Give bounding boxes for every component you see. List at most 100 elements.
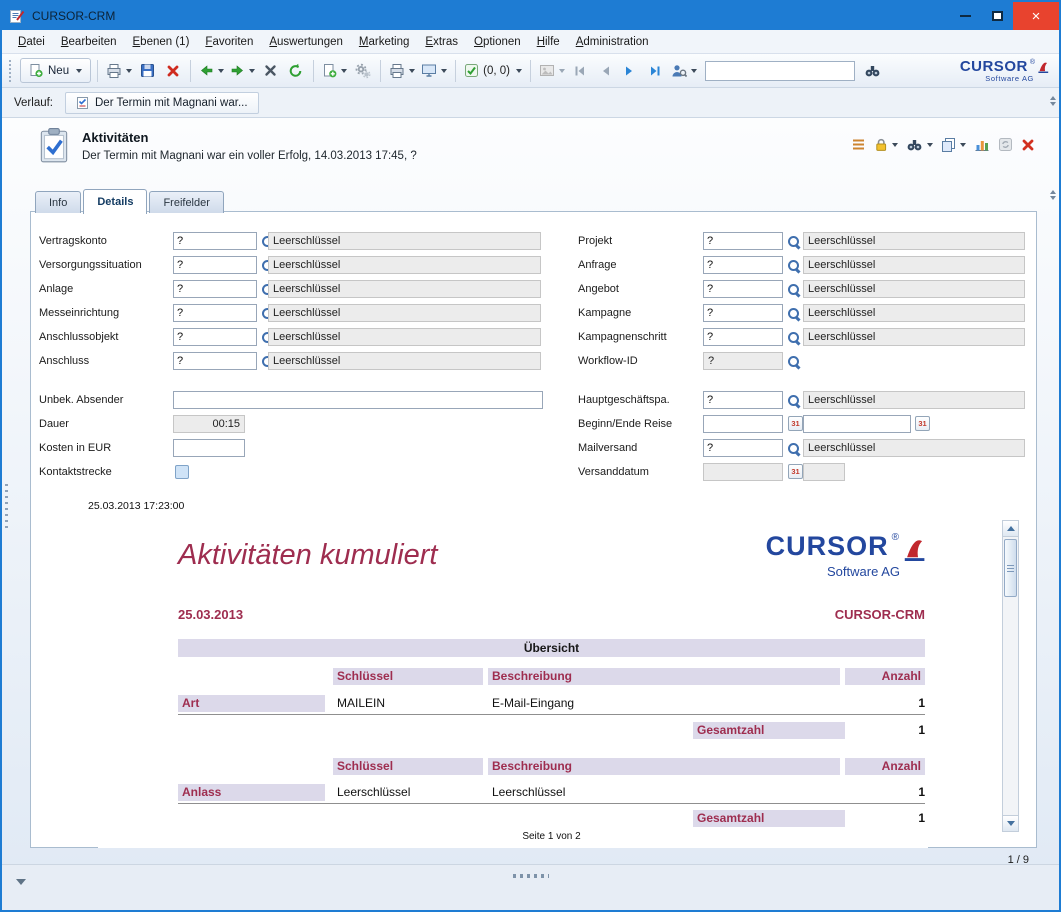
close-record-button[interactable] bbox=[1021, 138, 1035, 152]
unbek-absender-input[interactable] bbox=[173, 391, 543, 409]
menu-bearbeiten[interactable]: Bearbeiten bbox=[53, 32, 125, 52]
toolbar-grip[interactable] bbox=[9, 60, 13, 82]
collapse-chevron-icon[interactable] bbox=[16, 879, 26, 885]
history-entry[interactable]: Der Termin mit Magnani war... bbox=[65, 92, 259, 114]
find-button[interactable] bbox=[861, 58, 884, 83]
chevron-down-icon bbox=[218, 69, 224, 73]
back-button[interactable] bbox=[197, 58, 226, 83]
kampagne-input[interactable] bbox=[703, 304, 783, 322]
scroll-up-button[interactable] bbox=[1003, 521, 1018, 537]
lookup-search-icon[interactable] bbox=[787, 394, 801, 408]
right-collapse-handle[interactable] bbox=[1050, 96, 1056, 106]
kampagnenschritt-display: Leerschlüssel bbox=[803, 328, 1025, 346]
reise-ende-input[interactable] bbox=[803, 415, 911, 433]
right-collapse-handle[interactable] bbox=[1050, 190, 1056, 200]
menu-favoriten[interactable]: Favoriten bbox=[197, 32, 261, 52]
kontaktstrecke-checkbox[interactable] bbox=[175, 465, 189, 479]
field-label: Beginn/Ende Reise bbox=[578, 418, 672, 430]
report-page-footer: Seite 1 von 2 bbox=[178, 831, 925, 842]
maximize-button[interactable] bbox=[981, 2, 1013, 30]
scroll-down-button[interactable] bbox=[1003, 815, 1018, 831]
quick-search-input[interactable] bbox=[705, 61, 855, 81]
toolbar: Neu bbox=[2, 54, 1059, 88]
person-search-button[interactable] bbox=[669, 58, 699, 83]
lookup-search-icon[interactable] bbox=[787, 307, 801, 321]
cancel-record-button[interactable] bbox=[259, 58, 282, 83]
menu-marketing[interactable]: Marketing bbox=[351, 32, 418, 52]
chart-button[interactable] bbox=[974, 137, 990, 152]
splitter-handle[interactable] bbox=[513, 874, 549, 878]
minimize-button[interactable] bbox=[949, 2, 981, 30]
nav-previous-button[interactable] bbox=[594, 58, 617, 83]
printer-icon bbox=[389, 63, 405, 79]
save-button[interactable] bbox=[136, 58, 159, 83]
calendar-icon[interactable]: 31 bbox=[788, 416, 803, 431]
title-bar: CURSOR-CRM × bbox=[2, 2, 1059, 30]
tab-freifelder[interactable]: Freifelder bbox=[149, 191, 223, 213]
workflow-button[interactable] bbox=[351, 58, 374, 83]
group-name: Art bbox=[178, 695, 325, 712]
versandzeit-display bbox=[803, 463, 845, 481]
print-report-button[interactable] bbox=[387, 58, 417, 83]
toolbar-separator bbox=[97, 60, 98, 82]
kampagnenschritt-input[interactable] bbox=[703, 328, 783, 346]
lookup-search-icon[interactable] bbox=[787, 235, 801, 249]
lookup-search-icon[interactable] bbox=[787, 259, 801, 273]
angebot-input[interactable] bbox=[703, 280, 783, 298]
sync-button[interactable] bbox=[998, 137, 1013, 152]
kosten-input[interactable] bbox=[173, 439, 245, 457]
group-count: 1 bbox=[845, 784, 925, 801]
lock-button[interactable] bbox=[874, 137, 898, 152]
delete-button[interactable] bbox=[161, 58, 184, 83]
history-entry-label: Der Termin mit Magnani war... bbox=[95, 97, 248, 109]
menu-optionen[interactable]: Optionen bbox=[466, 32, 529, 52]
form-row-angebot: Angebot Leerschlüssel bbox=[31, 280, 1036, 300]
menu-administration[interactable]: Administration bbox=[568, 32, 657, 52]
new-record-button[interactable] bbox=[320, 58, 349, 83]
lookup-search-icon[interactable] bbox=[787, 442, 801, 456]
nav-first-button[interactable] bbox=[569, 58, 592, 83]
anfrage-input[interactable] bbox=[703, 256, 783, 274]
mailversand-input[interactable] bbox=[703, 439, 783, 457]
lookup-search-icon[interactable] bbox=[787, 355, 801, 369]
preview-scrollbar[interactable] bbox=[1002, 520, 1019, 832]
menu-auswertungen[interactable]: Auswertungen bbox=[261, 32, 351, 52]
field-label: Anfrage bbox=[578, 259, 617, 271]
chevron-down-icon bbox=[892, 143, 898, 147]
selection-counter: (0, 0) bbox=[483, 65, 510, 77]
selection-counter-button[interactable]: (0, 0) bbox=[462, 58, 524, 83]
menu-hilfe[interactable]: Hilfe bbox=[529, 32, 568, 52]
report-divider bbox=[178, 714, 925, 715]
calendar-icon[interactable]: 31 bbox=[915, 416, 930, 431]
menu-ebenen[interactable]: Ebenen (1) bbox=[125, 32, 198, 52]
column-header-anzahl: Anzahl bbox=[845, 758, 925, 775]
copy-record-button[interactable] bbox=[941, 137, 966, 152]
form-row-kosten: Kosten in EUR Mailversand Leerschlüssel bbox=[31, 439, 1036, 459]
print-button[interactable] bbox=[104, 58, 134, 83]
left-splitter-grip[interactable] bbox=[5, 484, 8, 530]
scrollbar-thumb[interactable] bbox=[1004, 539, 1017, 597]
hauptgeschaeftspartner-input[interactable] bbox=[703, 391, 783, 409]
menu-extras[interactable]: Extras bbox=[417, 32, 466, 52]
nav-next-button[interactable] bbox=[619, 58, 642, 83]
list-menu-button[interactable] bbox=[851, 138, 866, 151]
reise-beginn-input[interactable] bbox=[703, 415, 783, 433]
transfer-button[interactable] bbox=[419, 58, 449, 83]
kampagne-display: Leerschlüssel bbox=[803, 304, 1025, 322]
search-record-button[interactable] bbox=[906, 137, 933, 152]
lookup-search-icon[interactable] bbox=[787, 283, 801, 297]
new-button[interactable]: Neu bbox=[20, 58, 91, 83]
tab-info[interactable]: Info bbox=[35, 191, 81, 213]
close-button[interactable]: × bbox=[1013, 2, 1059, 30]
nav-last-button[interactable] bbox=[644, 58, 667, 83]
tab-details[interactable]: Details bbox=[83, 189, 147, 214]
image-button[interactable] bbox=[537, 58, 567, 83]
toolbar-separator bbox=[380, 60, 381, 82]
lookup-search-icon[interactable] bbox=[787, 331, 801, 345]
bar-chart-icon bbox=[974, 137, 990, 152]
calendar-icon[interactable]: 31 bbox=[788, 464, 803, 479]
forward-button[interactable] bbox=[228, 58, 257, 83]
projekt-input[interactable] bbox=[703, 232, 783, 250]
menu-datei[interactable]: Datei bbox=[10, 32, 53, 52]
refresh-button[interactable] bbox=[284, 58, 307, 83]
